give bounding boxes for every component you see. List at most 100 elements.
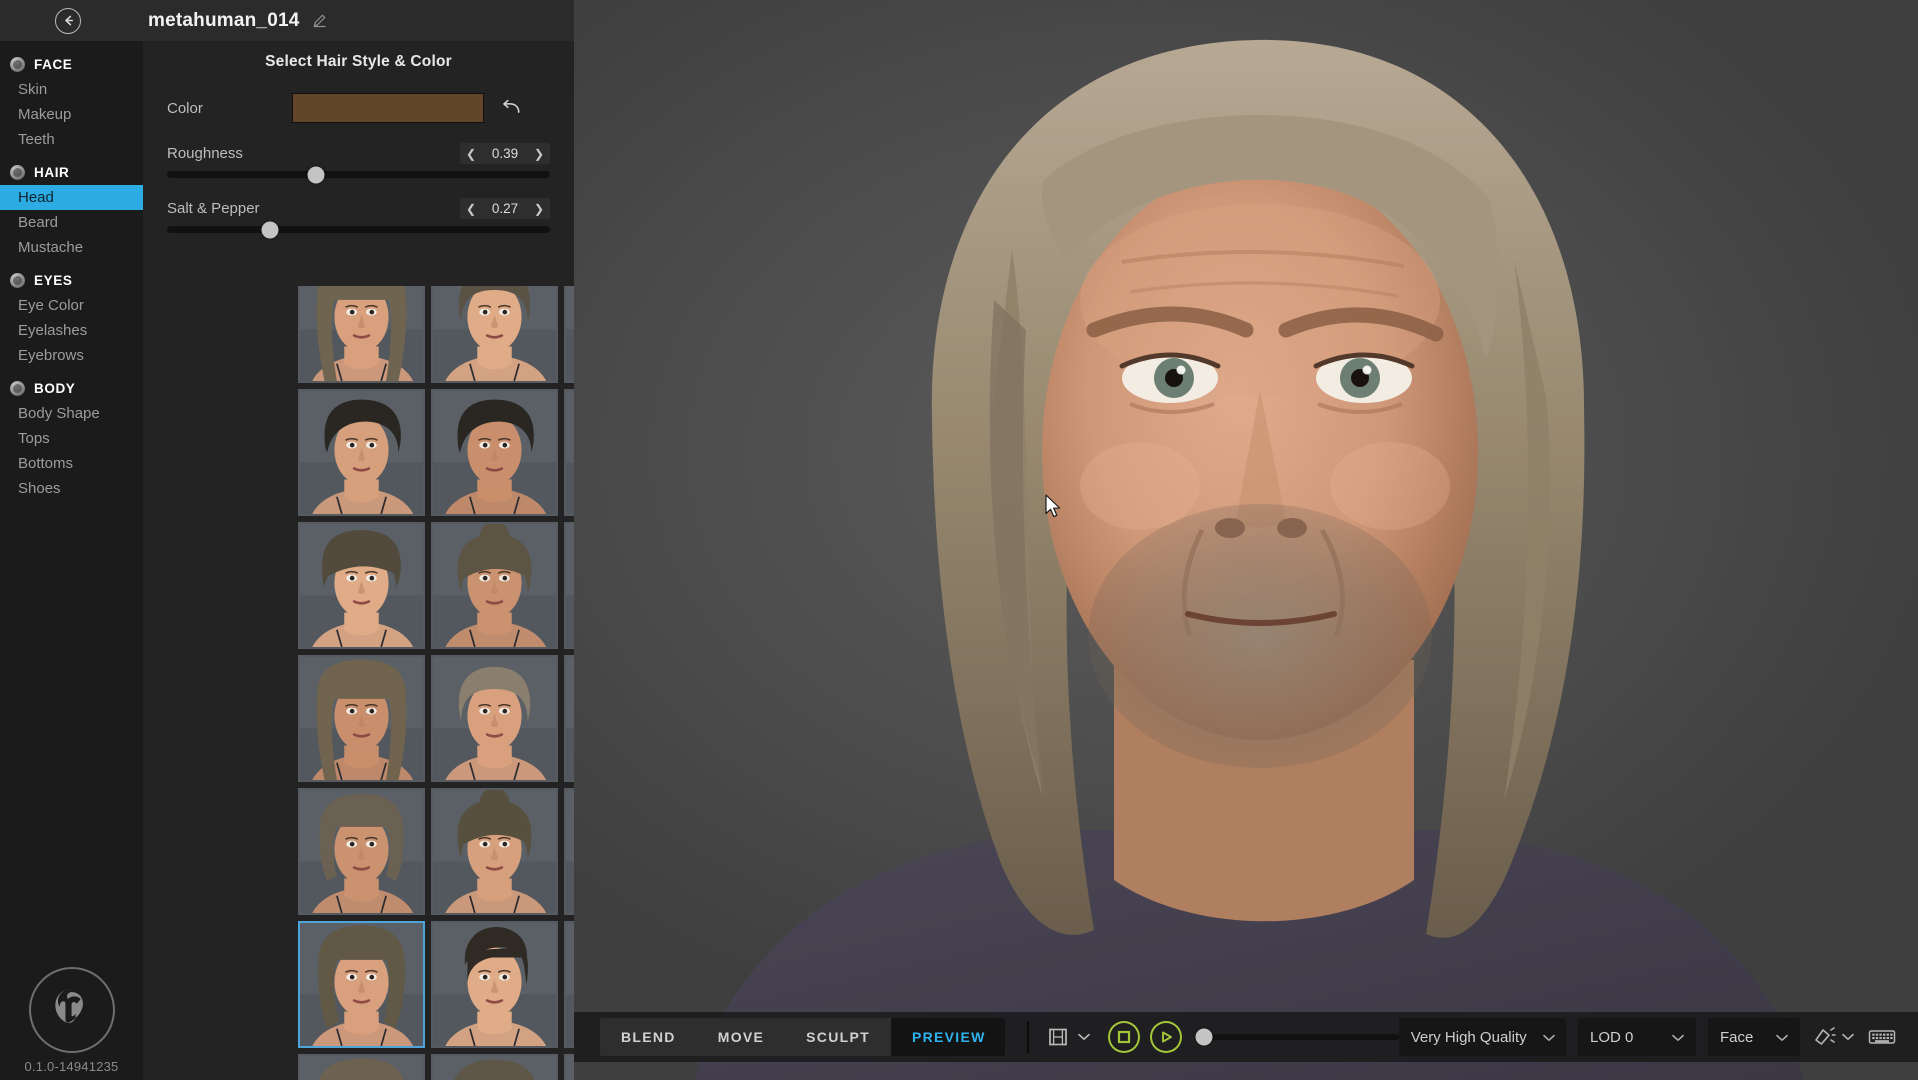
hair-thumbnail-hair-long-bangs-20[interactable] (431, 1054, 558, 1080)
slider-roughness: Roughness ❮ 0.39 ❯ (143, 143, 574, 183)
sidebar-item-skin[interactable]: Skin (0, 77, 143, 102)
slider-label-roughness: Roughness (167, 145, 243, 162)
sidebar-item-bottoms[interactable]: Bottoms (0, 451, 143, 476)
hair-thumbnail-hair-top-bun-bangs-08[interactable] (431, 522, 558, 649)
back-arrow-icon[interactable] (55, 7, 81, 34)
spinner-salt-pepper: ❮ 0.27 ❯ (460, 198, 550, 219)
bottom-toolbar: BLEND MOVE SCULPT PREVIEW Very High Qual… (574, 1012, 1918, 1062)
pencil-edit-icon[interactable] (312, 13, 327, 28)
body-icon (10, 381, 25, 396)
hair-thumbnail-hair-wavy-long-01[interactable] (298, 286, 425, 383)
slider-label-salt-pepper: Salt & Pepper (167, 200, 260, 217)
hair-thumbnail-hair-bun-short-14[interactable] (431, 788, 558, 915)
nav-group-header-eyes: EYES (0, 273, 143, 293)
increment-roughness-button[interactable]: ❯ (528, 143, 550, 164)
nav-group-header-body: BODY (0, 381, 143, 401)
tab-preview[interactable]: PREVIEW (890, 1018, 1005, 1056)
sidebar-item-teeth[interactable]: Teeth (0, 127, 143, 152)
decrement-salt-pepper-button[interactable]: ❮ (460, 198, 482, 219)
sidebar-item-eyelashes[interactable]: Eyelashes (0, 318, 143, 343)
camera-target-dropdown[interactable]: Face (1707, 1018, 1800, 1056)
hair-thumbnail-hair-bald-stubble-11[interactable] (431, 655, 558, 782)
slider-salt-pepper: Salt & Pepper ❮ 0.27 ❯ (143, 198, 574, 238)
version-label: 0.1.0-14941235 (24, 1059, 119, 1074)
character-viewport[interactable]: BLEND MOVE SCULPT PREVIEW Very High Qual… (574, 0, 1918, 1080)
tab-move[interactable]: MOVE (697, 1018, 785, 1056)
hair-thumbnail-hair-shaggy-mullet-16[interactable] (298, 921, 425, 1048)
hair-thumbnail-hair-slick-back-05[interactable] (431, 389, 558, 516)
chevron-down-icon (1842, 1033, 1854, 1040)
hair-thumbnail-hair-half-up-curly-10[interactable] (298, 655, 425, 782)
sidebar-nav: FACE Skin Makeup Teeth HAIR Head Beard M… (0, 41, 143, 1080)
timeline-slider-track[interactable] (1195, 1028, 1399, 1046)
sidebar-item-mustache[interactable]: Mustache (0, 235, 143, 260)
chevron-down-icon (1776, 1029, 1788, 1046)
page-title: metahuman_014 (148, 9, 300, 31)
tab-blend[interactable]: BLEND (600, 1018, 697, 1056)
sidebar-item-tops[interactable]: Tops (0, 426, 143, 451)
tab-sculpt[interactable]: SCULPT (785, 1018, 891, 1056)
sidebar-item-beard[interactable]: Beard (0, 210, 143, 235)
hair-thumbnail-hair-messy-shag-13[interactable] (298, 788, 425, 915)
increment-salt-pepper-button[interactable]: ❯ (528, 198, 550, 219)
nav-group-eyes: EYES Eye Color Eyelashes Eyebrows (0, 273, 143, 368)
decrement-roughness-button[interactable]: ❮ (460, 143, 482, 164)
salt-pepper-slider-handle[interactable] (261, 221, 279, 238)
nav-group-label: BODY (34, 381, 76, 396)
sidebar-item-body-shape[interactable]: Body Shape (0, 401, 143, 426)
sidebar-item-eyebrows[interactable]: Eyebrows (0, 343, 143, 368)
stop-icon (1117, 1030, 1130, 1044)
hair-thumbnail-hair-pixie-07[interactable] (298, 522, 425, 649)
hair-thumbnail-hair-pompadour-undercut-17[interactable] (431, 921, 558, 1048)
quality-dropdown[interactable]: Very High Quality (1398, 1018, 1566, 1056)
stop-button[interactable] (1107, 1021, 1140, 1053)
topbar: metahuman_014 (0, 0, 574, 41)
hair-thumbnail-hair-long-straight-19[interactable] (298, 1054, 425, 1080)
nav-group-label: HAIR (34, 165, 70, 180)
keyboard-shortcuts-icon[interactable] (1868, 1027, 1896, 1047)
chevron-down-icon (1672, 1029, 1684, 1046)
sidebar-item-makeup[interactable]: Makeup (0, 102, 143, 127)
nav-group-face: FACE Skin Makeup Teeth (0, 57, 143, 152)
roughness-slider-handle[interactable] (307, 166, 325, 183)
nav-group-label: EYES (34, 273, 73, 288)
panel-title: Select Hair Style & Color (265, 53, 452, 70)
hair-color-swatch[interactable] (292, 93, 484, 123)
nav-group-body: BODY Body Shape Tops Bottoms Shoes (0, 381, 143, 501)
roughness-slider-track[interactable] (167, 166, 550, 183)
salt-pepper-slider-track[interactable] (167, 221, 550, 238)
timeline-slider-handle[interactable] (1195, 1028, 1213, 1046)
hair-icon (10, 165, 25, 180)
nav-group-hair: HAIR Head Beard Mustache (0, 165, 143, 260)
eye-icon (10, 273, 25, 288)
hair-thumbnail-hair-slick-back-04[interactable] (298, 389, 425, 516)
mode-tab-group: BLEND MOVE SCULPT PREVIEW (600, 1018, 1005, 1056)
toolbar-divider (1026, 1021, 1029, 1053)
undo-reset-icon[interactable] (500, 98, 522, 118)
camera-target-dropdown-value: Face (1719, 1028, 1754, 1046)
nav-group-header-hair: HAIR (0, 165, 143, 185)
hair-thumbnail-hair-short-fade-02[interactable] (431, 286, 558, 383)
spinner-roughness: ❮ 0.39 ❯ (460, 143, 550, 164)
chevron-down-icon (1542, 1029, 1555, 1046)
play-button[interactable] (1149, 1021, 1182, 1053)
metahuman-creator-app: metahuman_014 FACE Skin Makeup Teeth HAI… (0, 0, 1918, 1080)
lighting-icon (1815, 1027, 1836, 1045)
quality-dropdown-value: Very High Quality (1410, 1028, 1527, 1046)
play-icon (1161, 1031, 1172, 1043)
color-label: Color (167, 99, 203, 117)
sidebar-item-shoes[interactable]: Shoes (0, 476, 143, 501)
face-head-icon (10, 57, 25, 72)
lighting-dropdown[interactable] (1812, 1026, 1854, 1048)
color-control-row: Color (143, 93, 574, 123)
roughness-value[interactable]: 0.39 (482, 146, 528, 161)
unreal-engine-logo (28, 967, 115, 1053)
film-strip-icon[interactable] (1047, 1026, 1090, 1048)
nav-group-header-face: FACE (0, 57, 143, 77)
unreal-engine-branding: 0.1.0-14941235 (0, 967, 143, 1074)
sidebar-item-eye-color[interactable]: Eye Color (0, 293, 143, 318)
sidebar-item-head[interactable]: Head (0, 185, 143, 210)
hair-settings-panel: Select Hair Style & Color Color Roughnes… (143, 41, 700, 1080)
lod-dropdown[interactable]: LOD 0 (1577, 1018, 1696, 1056)
salt-pepper-value[interactable]: 0.27 (482, 201, 528, 216)
